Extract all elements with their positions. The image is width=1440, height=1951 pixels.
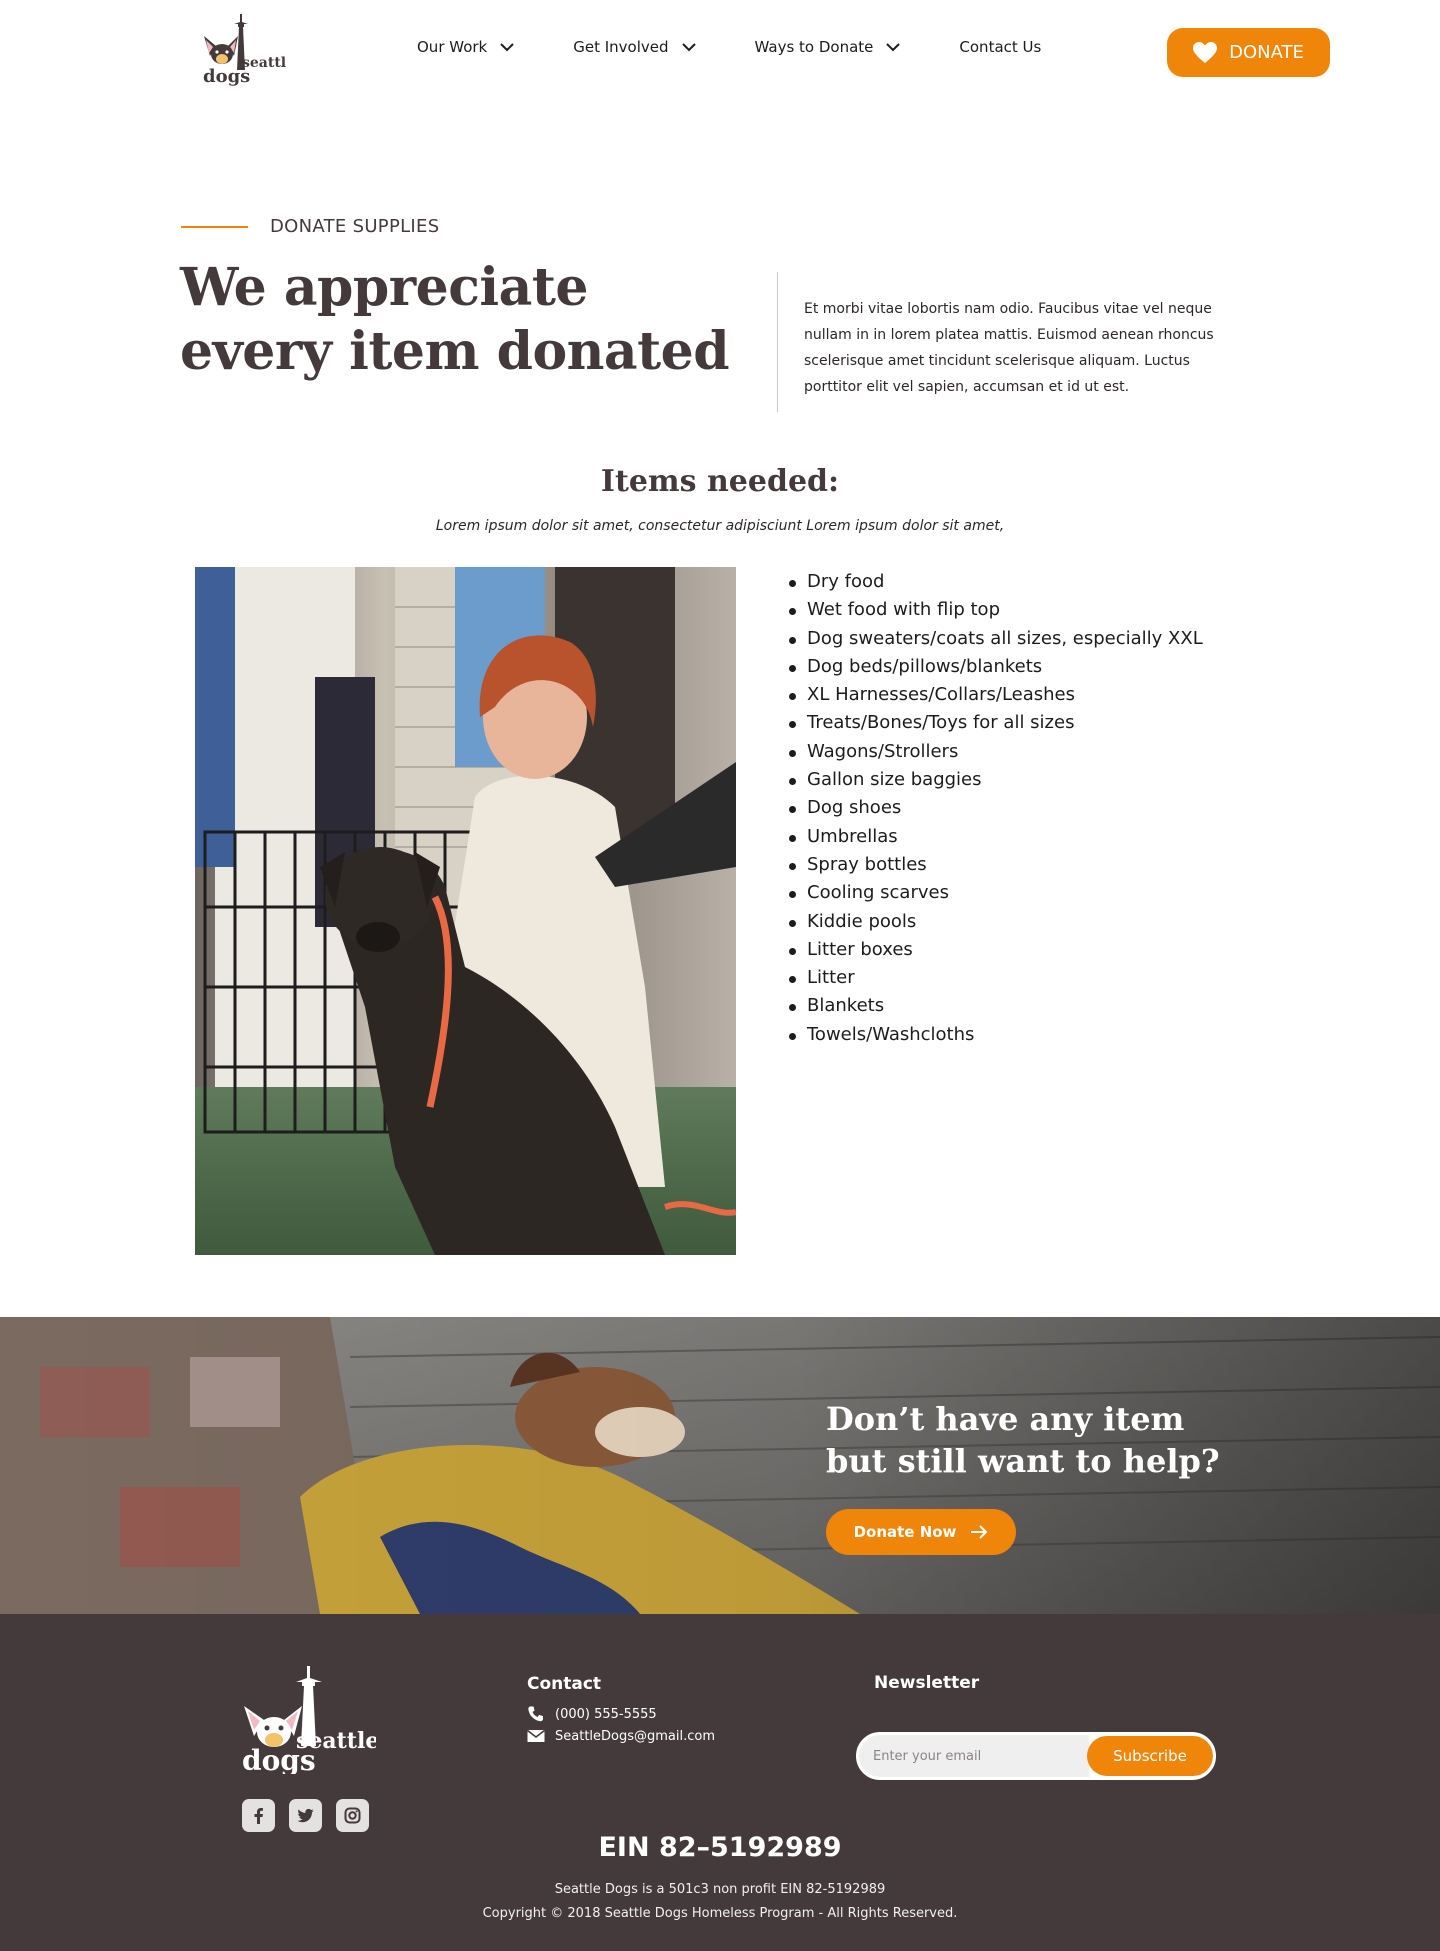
list-item: Towels/Washcloths	[789, 1021, 1203, 1049]
phone-text: (000) 555-5555	[555, 1706, 657, 1722]
donate-now-button[interactable]: Donate Now	[826, 1509, 1016, 1555]
subscribe-label: Subscribe	[1113, 1747, 1187, 1765]
newsletter-form: Subscribe	[856, 1732, 1216, 1780]
nav-get-involved[interactable]: Get Involved	[573, 38, 696, 56]
site-header: seattle dogs Our Work Get Involved Ways …	[0, 0, 1440, 102]
vertical-divider	[777, 272, 778, 412]
donate-label: DONATE	[1229, 42, 1304, 63]
list-item: Litter	[789, 964, 1203, 992]
email-text: SeattleDogs@gmail.com	[555, 1728, 716, 1744]
list-item: Gallon size baggies	[789, 766, 1203, 794]
newsletter-title: Newsletter	[874, 1673, 980, 1693]
subscribe-button[interactable]: Subscribe	[1087, 1736, 1213, 1776]
list-item: Dog shoes	[789, 794, 1203, 822]
chevron-down-icon	[500, 43, 514, 52]
contact-phone[interactable]: (000) 555-5555	[527, 1706, 657, 1722]
list-item: Treats/Bones/Toys for all sizes	[789, 709, 1203, 737]
nonprofit-note: Seattle Dogs is a 501c3 non profit EIN 8…	[554, 1882, 886, 1897]
svg-text:dogs: dogs	[203, 66, 250, 86]
ein-heading: EIN 82–5192989	[598, 1832, 842, 1863]
nav-ways-to-donate[interactable]: Ways to Donate	[755, 38, 902, 56]
copyright: Copyright © 2018 Seattle Dogs Homeless P…	[482, 1906, 958, 1921]
list-item: Umbrellas	[789, 823, 1203, 851]
svg-text:dogs: dogs	[242, 1744, 316, 1774]
page-title: We appreciate every item donated	[180, 257, 730, 382]
list-item: Wagons/Strollers	[789, 738, 1203, 766]
items-needed-list: Dry food Wet food with flip top Dog swea…	[789, 568, 1203, 1049]
list-item: XL Harnesses/Collars/Leashes	[789, 681, 1203, 709]
list-item: Dry food	[789, 568, 1203, 596]
facebook-icon	[254, 1808, 263, 1824]
contact-email[interactable]: SeattleDogs@gmail.com	[527, 1728, 715, 1744]
chevron-down-icon	[681, 43, 696, 52]
nav-label: Get Involved	[573, 38, 669, 56]
items-needed-subtitle: Lorem ipsum dolor sit amet, consectetur …	[435, 518, 1005, 534]
mail-icon	[527, 1729, 545, 1742]
seattle-dogs-footer-logo[interactable]: seattle dogs	[240, 1666, 376, 1774]
list-item: Wet food with flip top	[789, 596, 1203, 624]
donate-button[interactable]: DONATE	[1167, 28, 1330, 77]
contact-title: Contact	[527, 1674, 602, 1694]
nav-label: Contact Us	[959, 38, 1042, 56]
nav-label: Our Work	[417, 38, 488, 56]
list-item: Kiddie pools	[789, 908, 1203, 936]
nav-contact-us[interactable]: Contact Us	[959, 38, 1041, 56]
list-item: Litter boxes	[789, 936, 1203, 964]
donate-now-label: Donate Now	[853, 1523, 957, 1541]
list-item: Blankets	[789, 992, 1203, 1020]
intro-paragraph: Et morbi vitae lobortis nam odio. Faucib…	[804, 301, 1214, 395]
heart-icon	[1193, 41, 1218, 63]
instagram-link[interactable]	[336, 1799, 369, 1832]
twitter-icon	[297, 1808, 314, 1823]
list-item: Dog beds/pillows/blankets	[789, 653, 1203, 681]
section-eyebrow: DONATE SUPPLIES	[181, 216, 439, 237]
main-nav: Our Work Get Involved Ways to Donate Con…	[417, 38, 1041, 56]
seattle-dogs-logo[interactable]: seattle dogs	[198, 12, 286, 86]
site-footer: seattle dogs Contact (000) 555-5555 Seat…	[0, 1614, 1440, 1951]
nav-our-work[interactable]: Our Work	[417, 38, 515, 56]
eyebrow-text: DONATE SUPPLIES	[270, 216, 440, 237]
phone-icon	[528, 1706, 543, 1722]
instagram-icon	[344, 1807, 361, 1824]
list-item: Cooling scarves	[789, 879, 1203, 907]
twitter-link[interactable]	[289, 1799, 322, 1832]
arrow-right-icon	[971, 1525, 988, 1539]
list-item: Dog sweaters/coats all sizes, especially…	[789, 625, 1203, 653]
list-item: Spray bottles	[789, 851, 1203, 879]
items-needed-title: Items needed:	[600, 464, 840, 499]
newsletter-email-input[interactable]	[859, 1735, 1089, 1777]
volunteer-with-dog-photo	[195, 567, 736, 1255]
nav-label: Ways to Donate	[754, 38, 874, 56]
eyebrow-line	[181, 225, 248, 228]
banner-title: Don’t have any item but still want to he…	[826, 1400, 1220, 1480]
chevron-down-icon	[886, 43, 901, 52]
facebook-link[interactable]	[242, 1799, 275, 1832]
social-links	[242, 1799, 383, 1832]
